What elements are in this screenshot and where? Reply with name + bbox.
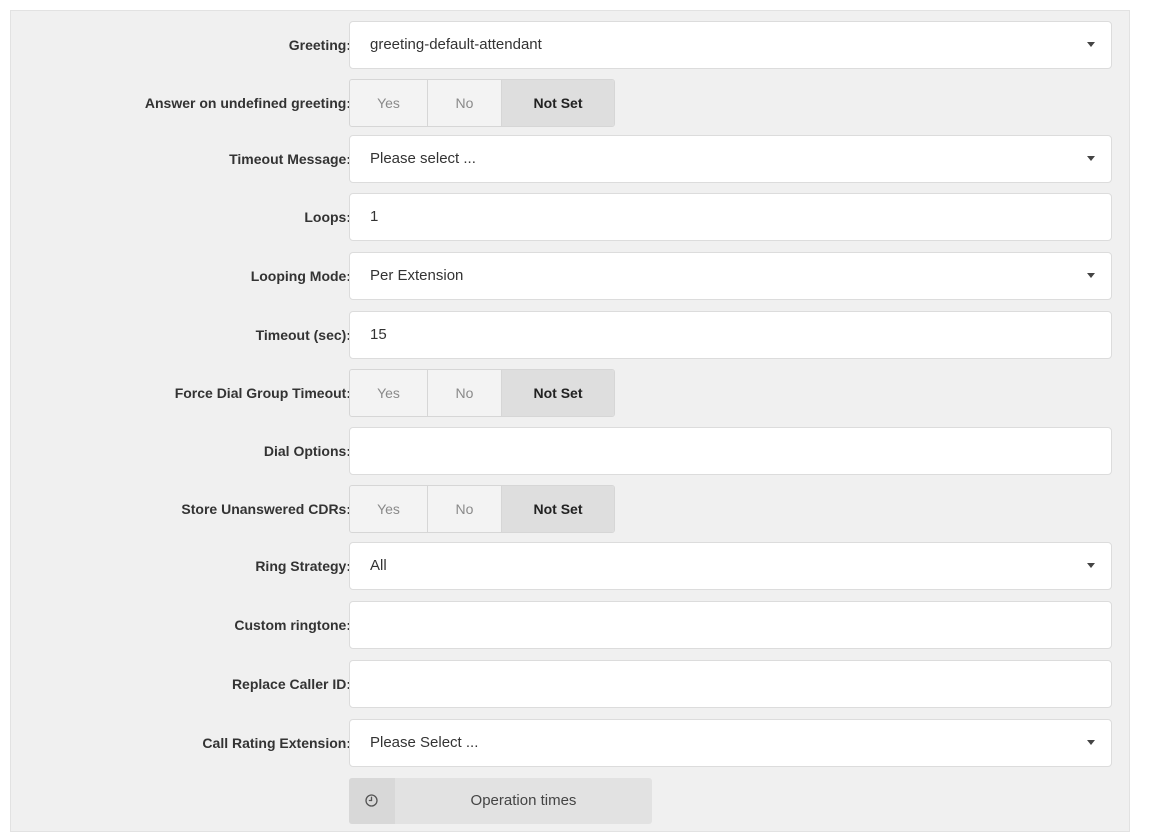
force-dial-group-timeout-label: Force Dial Group Timeout: (174, 385, 351, 401)
ring-strategy-row: Ring Strategy: All (11, 542, 1131, 590)
greeting-label: Greeting: (288, 37, 351, 53)
dial-options-row: Dial Options: (11, 427, 1131, 475)
force-dial-group-timeout-yes-button[interactable]: Yes (350, 370, 428, 416)
custom-ringtone-label: Custom ringtone: (234, 617, 351, 633)
timeout-message-label: Timeout Message: (229, 151, 351, 167)
operation-times-icon-box (349, 778, 395, 824)
operation-times-row: Operation times (11, 778, 1131, 824)
looping-mode-row: Looping Mode: Per Extension (11, 252, 1131, 300)
store-unanswered-cdrs-yes-button[interactable]: Yes (350, 486, 428, 532)
caret-down-icon (1087, 563, 1095, 568)
loops-value: 1 (370, 208, 379, 225)
timeout-message-select[interactable]: Please select ... (349, 135, 1112, 183)
caret-down-icon (1087, 42, 1095, 47)
timeout-message-row: Timeout Message: Please select ... (11, 135, 1131, 183)
timeout-sec-input[interactable]: 15 (349, 311, 1112, 359)
force-dial-group-timeout-toggle: Yes No Not Set (349, 369, 615, 417)
looping-mode-select[interactable]: Per Extension (349, 252, 1112, 300)
call-rating-extension-select[interactable]: Please Select ... (349, 719, 1112, 767)
dial-options-input[interactable] (349, 427, 1112, 475)
operation-times-button[interactable]: Operation times (349, 778, 652, 824)
custom-ringtone-input[interactable] (349, 601, 1112, 649)
answer-undefined-row: Answer on undefined greeting: Yes No Not… (11, 79, 1131, 127)
loops-row: Loops: 1 (11, 193, 1131, 241)
force-dial-group-timeout-row: Force Dial Group Timeout: Yes No Not Set (11, 369, 1131, 417)
call-rating-extension-label: Call Rating Extension: (202, 735, 351, 751)
caret-down-icon (1087, 740, 1095, 745)
store-unanswered-cdrs-row: Store Unanswered CDRs: Yes No Not Set (11, 485, 1131, 533)
looping-mode-label: Looping Mode: (250, 268, 351, 284)
timeout-sec-row: Timeout (sec): 15 (11, 311, 1131, 359)
dial-options-label: Dial Options: (263, 443, 351, 459)
store-unanswered-cdrs-toggle: Yes No Not Set (349, 485, 615, 533)
clock-icon (365, 794, 378, 807)
replace-caller-id-label: Replace Caller ID: (231, 676, 351, 692)
timeout-sec-value: 15 (370, 326, 387, 343)
call-rating-extension-value: Please Select ... (370, 734, 479, 751)
greeting-select[interactable]: greeting-default-attendant (349, 21, 1112, 69)
answer-undefined-toggle: Yes No Not Set (349, 79, 615, 127)
form-panel: Greeting: greeting-default-attendant Ans… (10, 10, 1130, 832)
timeout-sec-label: Timeout (sec): (255, 327, 351, 343)
greeting-value: greeting-default-attendant (370, 36, 542, 53)
store-unanswered-cdrs-label: Store Unanswered CDRs: (181, 501, 351, 517)
call-rating-extension-row: Call Rating Extension: Please Select ... (11, 719, 1131, 767)
custom-ringtone-row: Custom ringtone: (11, 601, 1131, 649)
operation-times-label: Operation times (470, 792, 577, 809)
loops-label: Loops: (304, 209, 351, 225)
loops-input[interactable]: 1 (349, 193, 1112, 241)
timeout-message-value: Please select ... (370, 150, 476, 167)
ring-strategy-value: All (370, 557, 387, 574)
answer-undefined-notset-button[interactable]: Not Set (502, 80, 614, 126)
answer-undefined-label: Answer on undefined greeting: (144, 95, 351, 111)
force-dial-group-timeout-no-button[interactable]: No (428, 370, 502, 416)
greeting-row: Greeting: greeting-default-attendant (11, 21, 1131, 69)
ring-strategy-label: Ring Strategy: (255, 558, 351, 574)
replace-caller-id-row: Replace Caller ID: (11, 660, 1131, 708)
replace-caller-id-input[interactable] (349, 660, 1112, 708)
answer-undefined-yes-button[interactable]: Yes (350, 80, 428, 126)
caret-down-icon (1087, 156, 1095, 161)
store-unanswered-cdrs-no-button[interactable]: No (428, 486, 502, 532)
caret-down-icon (1087, 273, 1095, 278)
answer-undefined-no-button[interactable]: No (428, 80, 502, 126)
looping-mode-value: Per Extension (370, 267, 464, 284)
store-unanswered-cdrs-notset-button[interactable]: Not Set (502, 486, 614, 532)
ring-strategy-select[interactable]: All (349, 542, 1112, 590)
force-dial-group-timeout-notset-button[interactable]: Not Set (502, 370, 614, 416)
